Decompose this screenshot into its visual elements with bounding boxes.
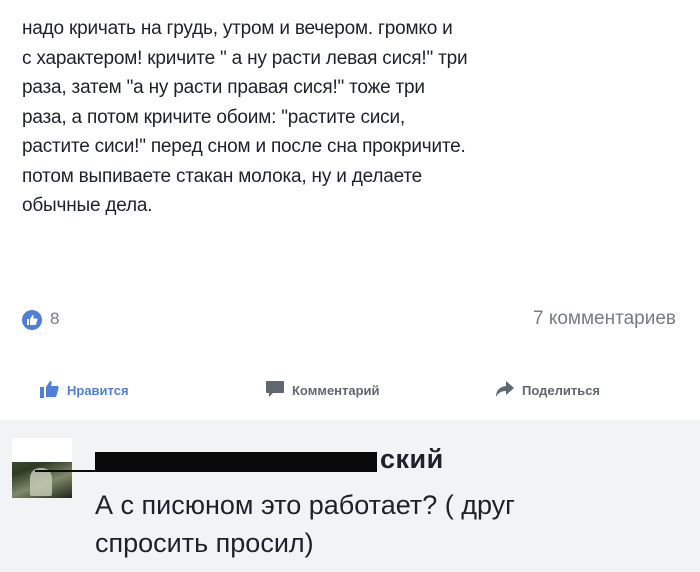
post-text: надо кричать на грудь, утром и вечером. … (22, 14, 662, 221)
avatar[interactable] (12, 438, 72, 498)
comment-icon (265, 380, 285, 401)
post-text-line: раза, затем "а ну расти правая сися!" то… (22, 77, 425, 98)
comment-text: А с писюном это работает? ( друг спросит… (95, 486, 685, 562)
post-text-line: потом выпиваете стакан молока, ну и дела… (22, 165, 422, 187)
share-button[interactable]: Поделиться (495, 378, 600, 402)
post-text-line: надо кричать на грудь, утром и вечером. … (22, 18, 453, 39)
comments-count-link[interactable]: 7 комментариев (533, 308, 676, 330)
like-button[interactable]: Нравится (40, 378, 129, 402)
comment-button-label: Комментарий (292, 382, 380, 398)
reactions-bar: 8 7 комментариев (22, 308, 682, 334)
post-text-line: растите сиси!" перед сном и после сна пр… (22, 136, 466, 157)
thumbs-up-icon (40, 380, 60, 401)
share-arrow-icon (495, 380, 515, 401)
comment-text-line: А с писюном это работает? ( друг (95, 490, 516, 520)
post-text-line: раза, а потом кричите обоим: "растите си… (22, 106, 405, 128)
author-name-visible-part: ский (380, 444, 444, 474)
comment: ский А с писюном это работает? ( друг сп… (0, 420, 700, 572)
action-bar: Нравится Комментарий Поделиться (0, 372, 700, 406)
comment-text-line: спросить просил) (95, 528, 314, 558)
post-text-line: обычные дела. (22, 195, 153, 216)
like-reaction-icon[interactable] (22, 310, 42, 330)
like-button-label: Нравится (67, 382, 129, 398)
redaction-line (35, 470, 155, 472)
comment-button[interactable]: Комментарий (265, 378, 380, 402)
post: надо кричать на грудь, утром и вечером. … (0, 0, 700, 420)
likes-count[interactable]: 8 (50, 309, 59, 329)
redaction-bar (95, 452, 377, 472)
share-button-label: Поделиться (522, 382, 601, 398)
post-text-line: с характером! кричите " а ну расти левая… (22, 47, 468, 69)
